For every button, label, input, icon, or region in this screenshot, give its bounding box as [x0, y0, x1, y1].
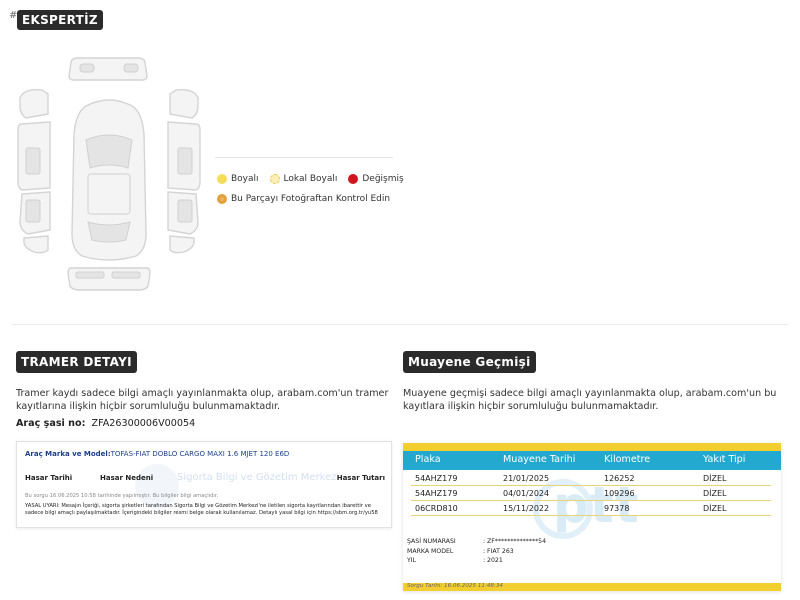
muayene-description: Muayene geçmişi sadece bilgi amaçlı yayı… [403, 388, 777, 412]
rear-bumper-part[interactable] [67, 267, 151, 291]
sbm-watermark: Sigorta Bilgi ve Gözetim Merkezi [177, 472, 340, 483]
row-tarih: 21/01/2025 [503, 474, 550, 483]
row-km: 126252 [604, 474, 635, 483]
tramer-title: TRAMER DETAYI [16, 351, 137, 373]
front-right-fender-part[interactable] [169, 88, 199, 119]
row-plaka: 54AHZ179 [415, 489, 458, 498]
legend-degismis-label: Değişmiş [362, 174, 404, 184]
car-parts-diagram [17, 57, 201, 291]
tramer-col-tarih: Hasar Tarihi [25, 474, 73, 482]
info-sasi-value: : ZF**************54 [483, 538, 547, 545]
row-plaka: 06CRD810 [415, 504, 458, 513]
row-yakit: DİZEL [703, 504, 727, 513]
table-row: 54AHZ179 04/01/2024 109296 DİZEL [411, 486, 771, 501]
tramer-col-tutar: Hasar Tutarı [336, 474, 385, 482]
muayene-vehicle-info: ŞASİ NUMARASI : ZF**************54 MARKA … [407, 537, 546, 566]
lokal-dot-icon [269, 174, 280, 184]
sasi-label: Araç şasi no: [16, 418, 86, 429]
legend-divider [215, 157, 393, 158]
row-km: 109296 [604, 489, 635, 498]
info-sasi-label: ŞASİ NUMARASI [407, 538, 456, 545]
sasi-line: Araç şasi no: ZFA26300006V00054 [16, 418, 195, 429]
table-row: 06CRD810 15/11/2022 97378 DİZEL [411, 501, 771, 516]
tramer-report-card: Sigorta Bilgi ve Gözetim Merkezi Araç Ma… [16, 441, 392, 528]
tramer-brand-value: TOFAS-FIAT DOBLO CARGO MAXI 1.6 MJET 120… [110, 450, 290, 458]
section-divider [11, 324, 789, 325]
rear-left-fender-part[interactable] [23, 235, 49, 254]
boyali-dot-icon [217, 174, 227, 184]
muayene-col-km: Kilometre [604, 454, 651, 465]
row-km: 97378 [604, 504, 630, 513]
row-yakit: DİZEL [703, 474, 727, 483]
tramer-description: Tramer kaydı sadece bilgi amaçlı yayınla… [16, 388, 389, 412]
info-model-value: : FIAT 263 [483, 547, 514, 555]
legend-lokal: Lokal Boyalı [269, 174, 338, 184]
tramer-legal-text: YASAL UYARI: Mesajın İçeriği, sigorta şi… [25, 503, 378, 516]
legend-boyali-label: Boyalı [231, 174, 259, 184]
legend-foto-label: Bu Parçayı Fotoğraftan Kontrol Edin [231, 194, 391, 204]
legend-foto: Bu Parçayı Fotoğraftan Kontrol Edin [217, 194, 390, 204]
muayene-col-tarih: Muayene Tarihi [503, 454, 576, 465]
muayene-query-date: Sorgu Tarihi: 16.06.2025 11:48:34 [407, 583, 503, 589]
muayene-report-card: ptt Plaka Muayene Tarihi Kilometre Yakıt… [403, 443, 781, 591]
muayene-col-yakit: Yakıt Tipi [703, 454, 746, 465]
table-row: 54AHZ179 21/01/2025 126252 DİZEL [411, 471, 771, 486]
row-yakit: DİZEL [703, 489, 727, 498]
camera-dot-icon [217, 194, 227, 204]
muayene-table-header: Plaka Muayene Tarihi Kilometre Yakıt Tip… [403, 451, 781, 470]
legend-boyali: Boyalı [217, 174, 259, 184]
tramer-col-neden: Hasar Nedeni [100, 474, 154, 482]
row-tarih: 15/11/2022 [503, 504, 550, 513]
sasi-value: ZFA26300006V00054 [91, 418, 196, 429]
legend-degismis: Değişmiş [348, 174, 404, 184]
ekspertiz-title: EKSPERTİZ [17, 10, 103, 30]
info-model-label: MARKA MODEL [407, 547, 454, 555]
tramer-brand-line: Araç Marka ve Model:TOFAS-FIAT DOBLO CAR… [25, 450, 289, 458]
degismis-dot-icon [348, 174, 359, 184]
row-plaka: 54AHZ179 [415, 474, 458, 483]
info-yil-label: YIL [407, 557, 417, 564]
info-yil-value: : 2021 [483, 557, 503, 564]
front-left-fender-part[interactable] [19, 88, 49, 119]
rear-right-fender-part[interactable] [169, 235, 195, 254]
muayene-title: Muayene Geçmişi [403, 351, 536, 373]
tramer-brand-label: Araç Marka ve Model: [25, 450, 111, 458]
muayene-top-bar [403, 443, 781, 451]
damage-legend: Boyalı Lokal Boyalı Değişmiş Bu Parçayı … [217, 174, 415, 214]
legend-lokal-label: Lokal Boyalı [283, 174, 338, 184]
sbm-logo-icon [135, 464, 179, 508]
muayene-col-plaka: Plaka [415, 454, 441, 465]
row-tarih: 04/01/2024 [503, 489, 550, 498]
tramer-query-note: Bu sorgu 16.06.2025 10:58 tarihinde yapı… [25, 493, 219, 499]
